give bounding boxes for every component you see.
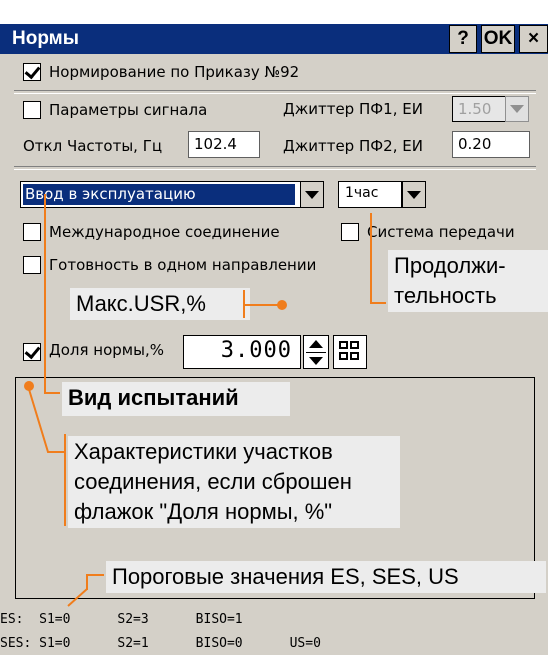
help-button[interactable]: ? [449, 25, 477, 53]
duration-select[interactable]: 1час [338, 181, 402, 208]
share-spinner[interactable] [303, 335, 329, 369]
chevron-down-icon [510, 105, 524, 113]
international-label: Международное соединение [49, 223, 280, 241]
separator [14, 166, 536, 170]
share-checkbox[interactable] [23, 343, 41, 361]
window-title: Нормы [12, 28, 79, 49]
share-value-field[interactable]: 3.000 [183, 335, 301, 369]
keypad-button[interactable] [333, 335, 367, 369]
duration-dropdown-button[interactable] [402, 181, 426, 208]
callout-dot [277, 300, 287, 310]
freq-field[interactable]: 102.4 [188, 131, 260, 158]
callout-line [370, 213, 372, 303]
jitter1-label: Джиттер ПФ1, ЕИ [283, 100, 423, 118]
signal-params-label: Параметры сигнала [49, 101, 208, 119]
international-checkbox[interactable] [23, 223, 41, 241]
max-usr-callout: Макс.USR,% [70, 288, 250, 320]
transmission-checkbox[interactable] [341, 223, 359, 241]
callout-line [370, 302, 386, 304]
sections-callout-line1: Характеристики участков [68, 436, 400, 468]
jitter2-field[interactable]: 0.20 [452, 131, 530, 158]
ok-button[interactable]: OK [481, 25, 515, 53]
chevron-down-icon [305, 190, 319, 199]
jitter1-field[interactable]: 1.50 [452, 96, 506, 122]
keypad-icon [339, 341, 359, 360]
sections-callout-line3: флажок "Доля нормы, %" [68, 496, 400, 528]
callout-line [64, 434, 66, 526]
separator [14, 90, 536, 94]
close-button[interactable]: × [519, 25, 548, 53]
sections-callout-line2: соединения, если сброшен [68, 466, 400, 498]
spin-up-icon[interactable] [309, 340, 323, 348]
callout-line [243, 304, 280, 306]
one-direction-label: Готовность в одном направлении [49, 256, 317, 274]
one-direction-checkbox[interactable] [23, 256, 41, 274]
callout-connector [67, 588, 88, 607]
ses-thresholds-line: SES: S1=0 S2=1 BISO=0 US=0 [0, 636, 321, 651]
chevron-down-icon [407, 190, 421, 199]
callout-line [86, 574, 104, 576]
transmission-label: Система передачи [367, 223, 515, 241]
normalization-checkbox[interactable] [23, 63, 41, 81]
es-thresholds-line: ES: S1=0 S2=3 BISO=1 [0, 612, 243, 627]
normalization-label: Нормирование по Приказу №92 [49, 63, 300, 81]
test-type-callout: Вид испытаний [62, 382, 290, 416]
signal-params-checkbox[interactable] [23, 101, 41, 119]
test-type-dropdown-button[interactable] [300, 181, 324, 208]
test-type-select[interactable]: Ввод в эксплуатацию [20, 181, 320, 208]
callout-line [44, 194, 46, 394]
spinner-divider [306, 352, 326, 353]
duration-callout-line2: тельность [388, 280, 548, 312]
thresholds-callout: Пороговые значения ES, SES, US [106, 561, 546, 593]
freq-label: Откл Частоты, Гц [23, 137, 163, 155]
spin-down-icon[interactable] [309, 357, 323, 365]
share-label: Доля нормы,% [49, 341, 164, 359]
jitter1-dropdown-button[interactable] [505, 96, 529, 122]
duration-callout-line1: Продолжи- [388, 250, 548, 282]
test-type-value: Ввод в эксплуатацию [23, 184, 295, 205]
jitter2-label: Джиттер ПФ2, ЕИ [283, 137, 423, 155]
